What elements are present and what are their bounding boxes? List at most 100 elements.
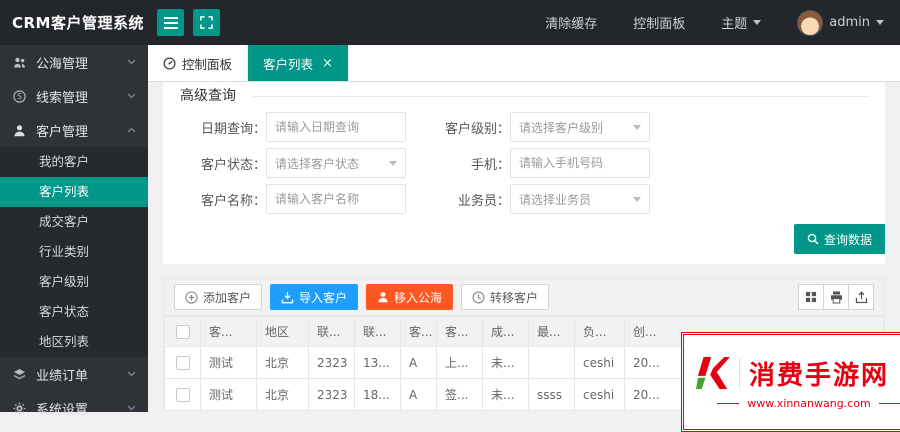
- button-label: 移入公海: [394, 290, 443, 305]
- tab-label: 客户列表: [263, 56, 314, 72]
- sidebar-subitem-customer-level[interactable]: 客户级别: [0, 267, 148, 297]
- sidebar-subitem-closed-customers[interactable]: 成交客户: [0, 207, 148, 237]
- column-header[interactable]: 客...: [400, 316, 437, 347]
- table-cell: 2323: [308, 378, 355, 411]
- query-actions: 查询数据: [178, 224, 885, 254]
- theme-menu[interactable]: 主题: [721, 13, 762, 32]
- user-menu[interactable]: admin: [797, 9, 884, 36]
- search-data-button[interactable]: 查询数据: [793, 224, 885, 254]
- column-header[interactable]: 最...: [528, 316, 575, 347]
- sidebar-item-public-sea[interactable]: 公海管理: [0, 45, 148, 79]
- hamburger-icon: [163, 16, 178, 29]
- chevron-down-icon: [633, 124, 641, 130]
- import-customer-button[interactable]: 导入客户: [270, 284, 359, 310]
- table-cell: A: [400, 378, 437, 411]
- table-cell: 签...: [436, 378, 483, 411]
- button-label: 导入客户: [299, 290, 348, 305]
- table-toolbar: 添加客户 导入客户 移入公海 转移客户: [164, 279, 884, 316]
- table-cell: 上...: [436, 346, 483, 379]
- sidebar-item-label: 线索管理: [36, 90, 89, 106]
- watermark-url-row: www.xinnanwang.com: [696, 397, 900, 410]
- table-cell: 未...: [482, 346, 529, 379]
- clear-cache-link[interactable]: 清除缓存: [545, 13, 597, 32]
- transfer-customer-button[interactable]: 转移客户: [461, 284, 550, 310]
- query-panel-title: 高级查询: [180, 88, 236, 104]
- table-cell: A: [400, 346, 437, 379]
- sidebar-item-label: 客户管理: [36, 124, 89, 140]
- customer-level-select[interactable]: 请选择客户级别: [510, 112, 650, 142]
- users-icon: [12, 55, 27, 70]
- control-panel-link[interactable]: 控制面板: [633, 13, 685, 32]
- field-label: 业务员：: [457, 193, 510, 209]
- table-cell: ceshi: [574, 346, 625, 379]
- customer-status-select[interactable]: 请选择客户状态: [266, 148, 406, 178]
- fullscreen-button[interactable]: [193, 9, 220, 36]
- salesman-select[interactable]: 请选择业务员: [510, 184, 650, 214]
- export-button[interactable]: [848, 284, 874, 310]
- chevron-down-icon: [127, 405, 136, 411]
- sidebar-subitem-industry-category[interactable]: 行业类别: [0, 237, 148, 267]
- tab-customer-list[interactable]: 客户列表 ×: [248, 45, 349, 81]
- column-header[interactable]: 联...: [308, 316, 355, 347]
- field-label: 客户级别：: [444, 121, 510, 137]
- export-icon: [855, 290, 868, 304]
- tab-label: 控制面板: [182, 56, 233, 72]
- field-label: 客户状态：: [200, 157, 266, 173]
- move-to-public-sea-button[interactable]: 移入公海: [366, 284, 454, 310]
- gear-icon: [12, 401, 27, 416]
- date-query-input[interactable]: [266, 112, 406, 142]
- username-label: admin: [829, 15, 870, 30]
- sidebar-item-customers[interactable]: 客户管理: [0, 113, 148, 147]
- dash-decoration: [878, 402, 900, 404]
- sidebar-subitem-region-list[interactable]: 地区列表: [0, 327, 148, 357]
- person-icon: [377, 291, 389, 303]
- clear-cache-label: 清除缓存: [545, 17, 598, 32]
- table-cell: ssss: [528, 378, 575, 411]
- sidebar: 公海管理 S 线索管理 客户管理 我的客户 客户列表 成交客户 行业类别 客户级…: [0, 45, 148, 418]
- table-cell: 未...: [482, 378, 529, 411]
- row-checkbox[interactable]: [175, 387, 190, 402]
- person-icon: [12, 123, 27, 138]
- search-icon: [807, 233, 819, 245]
- advanced-query-panel: 高级查询 日期查询： 客户级别： 请选择客户级别 客户状态： 请选择客户状态 手…: [163, 82, 885, 264]
- filter-columns-button[interactable]: [798, 284, 824, 310]
- fullscreen-icon: [200, 16, 213, 29]
- sidebar-item-orders[interactable]: 业绩订单: [0, 357, 148, 391]
- sidebar-item-label: 系统设置: [36, 402, 89, 418]
- tab-dashboard[interactable]: 控制面板: [148, 45, 249, 81]
- sidebar-item-leads[interactable]: S 线索管理: [0, 79, 148, 113]
- table-cell: 2323: [308, 346, 355, 379]
- row-checkbox[interactable]: [175, 355, 190, 370]
- column-header[interactable]: 负...: [574, 316, 625, 347]
- select-all-checkbox[interactable]: [175, 324, 190, 339]
- column-header[interactable]: 地区: [256, 316, 309, 347]
- print-button[interactable]: [823, 284, 849, 310]
- avatar: [797, 9, 824, 36]
- column-header[interactable]: 成...: [482, 316, 529, 347]
- field-label: 日期查询：: [200, 121, 266, 137]
- add-customer-button[interactable]: 添加客户: [174, 284, 263, 310]
- collapse-sidebar-button[interactable]: [157, 9, 184, 36]
- sidebar-subitem-my-customers[interactable]: 我的客户: [0, 147, 148, 177]
- sidebar-subitem-customer-list[interactable]: 客户列表: [0, 177, 148, 207]
- grid-icon: [805, 291, 817, 303]
- top-bar: CRM客户管理系统 清除缓存 控制面板 主题 admin: [0, 0, 900, 45]
- mobile-input[interactable]: [510, 148, 650, 178]
- clock-icon: [472, 291, 485, 304]
- watermark-brand-row: 消费手游网: [696, 355, 900, 392]
- chevron-down-icon: [127, 59, 136, 65]
- table-cell: 18...: [354, 378, 401, 411]
- sidebar-subitem-customer-status[interactable]: 客户状态: [0, 297, 148, 327]
- column-header[interactable]: 客...: [436, 316, 483, 347]
- sidebar-item-settings[interactable]: 系统设置: [0, 391, 148, 425]
- close-icon[interactable]: ×: [322, 56, 333, 71]
- select-placeholder: 请选择客户级别: [519, 120, 604, 135]
- column-header[interactable]: 联...: [354, 316, 401, 347]
- customer-name-input[interactable]: [266, 184, 406, 214]
- watermark-url: www.xinnanwang.com: [747, 396, 871, 410]
- chevron-down-icon: [389, 160, 397, 166]
- column-header[interactable]: 客...: [200, 316, 257, 347]
- import-icon: [281, 291, 294, 304]
- control-panel-label: 控制面板: [633, 17, 686, 32]
- query-fieldset: 高级查询 日期查询： 客户级别： 请选择客户级别 客户状态： 请选择客户状态 手…: [178, 86, 885, 254]
